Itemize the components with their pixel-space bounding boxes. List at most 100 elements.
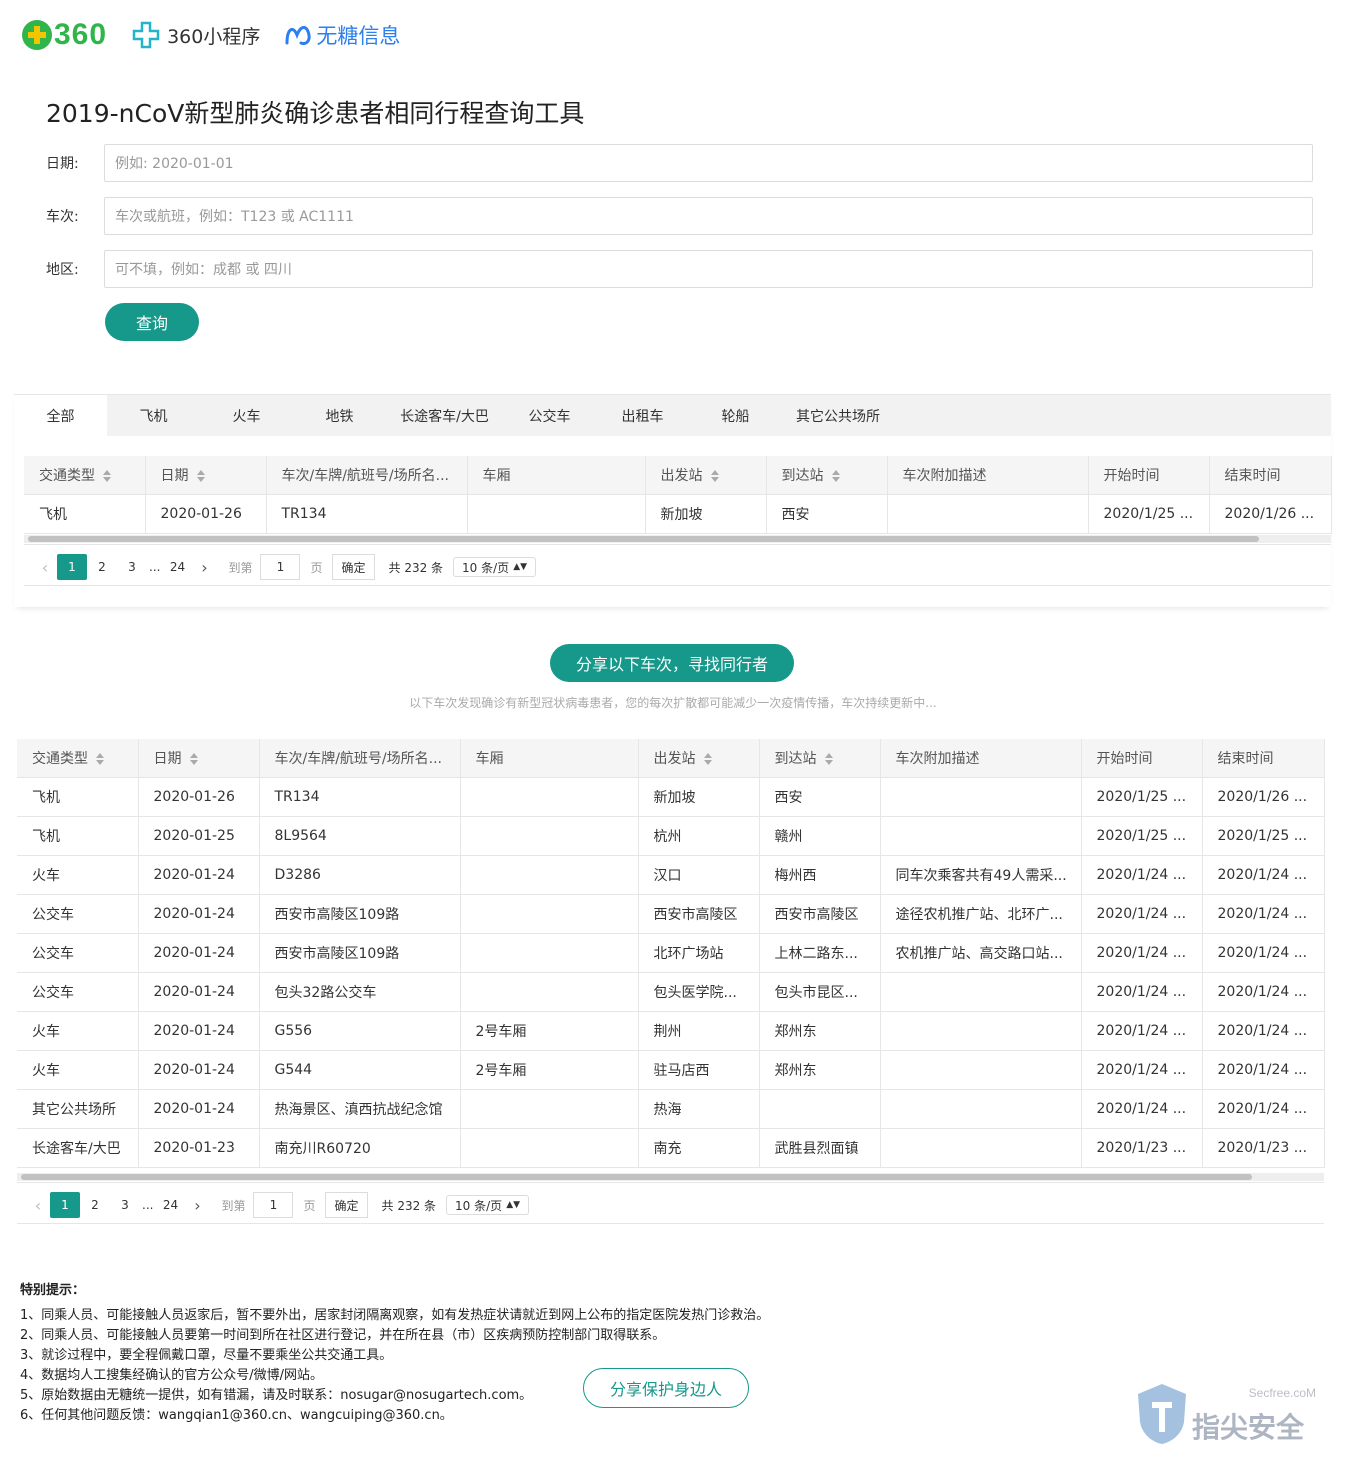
table-cell	[460, 777, 639, 817]
confirm-button[interactable]: 确定	[332, 554, 375, 580]
logo-360-miniprogram[interactable]: 360小程序	[131, 20, 260, 50]
col-date[interactable]: 日期	[145, 456, 267, 495]
page-2[interactable]: 2	[80, 1192, 110, 1218]
sort-icon[interactable]	[96, 752, 104, 765]
table-cell: G556	[259, 1011, 461, 1051]
page-size-select[interactable]: 10 条/页 ▲▼	[453, 557, 537, 577]
page-3[interactable]: 3	[117, 554, 147, 580]
search-table-scrollbar[interactable]	[24, 535, 1331, 543]
prev-page-icon[interactable]: ‹	[26, 1196, 50, 1215]
table-cell: 荆州	[638, 1011, 760, 1051]
table-cell: 2020/1/26 ...	[1202, 777, 1325, 817]
prev-page-icon[interactable]: ‹	[33, 558, 57, 577]
table-cell: 2020-01-24	[138, 894, 260, 934]
page-24[interactable]: 24	[155, 1192, 185, 1218]
table-cell: 2020/1/25 ...	[1202, 816, 1325, 856]
table-row[interactable]: 飞机 2020-01-25 8L9564 杭州 赣州 2020/1/25 ... 2020/…	[17, 816, 1325, 856]
col-carriage: 车厢	[460, 739, 639, 778]
share-protect-button[interactable]: 分享保护身边人	[583, 1368, 749, 1408]
table-cell: 西安市高陵区	[638, 894, 760, 934]
table-cell: 飞机	[17, 816, 139, 856]
table-cell: 2020/1/25 ...	[1081, 816, 1203, 856]
tab-taxi[interactable]: 出租车	[596, 395, 689, 436]
table-cell: 2020-01-26	[145, 494, 267, 534]
goto-input[interactable]: 1	[253, 1192, 294, 1218]
tab-ship[interactable]: 轮船	[689, 395, 782, 436]
sort-icon[interactable]	[710, 469, 719, 482]
col-from[interactable]: 出发站	[645, 456, 767, 495]
table-cell: 武胜县烈面镇	[759, 1128, 881, 1168]
scrollbar-thumb[interactable]	[28, 536, 1259, 542]
sort-icon[interactable]	[703, 752, 712, 765]
confirm-button[interactable]: 确定	[325, 1192, 368, 1218]
table-cell: 农机推广站、高交路口站...	[880, 933, 1082, 973]
table-row[interactable]: 公交车 2020-01-24 西安市高陵区109路 北环广场站 上林二路东... 农机推广…	[17, 933, 1325, 973]
table-cell: 新加坡	[645, 494, 767, 534]
next-page-icon[interactable]: ›	[192, 558, 216, 577]
col-to[interactable]: 到达站	[759, 739, 881, 778]
table-row[interactable]: 公交车 2020-01-24 包头32路公交车 包头医学院... 包头市昆区... 202…	[17, 972, 1325, 1012]
tab-public-place[interactable]: 其它公共场所	[782, 395, 894, 436]
table-cell	[460, 855, 639, 895]
page-1[interactable]: 1	[57, 554, 87, 580]
scrollbar-thumb[interactable]	[21, 1174, 1252, 1180]
list-table-scrollbar[interactable]	[17, 1173, 1324, 1181]
area-label: 地区:	[46, 262, 79, 278]
col-type[interactable]: 交通类型	[24, 456, 146, 495]
col-date[interactable]: 日期	[138, 739, 260, 778]
sort-icon[interactable]	[824, 752, 833, 765]
query-button[interactable]: 查询	[105, 303, 199, 341]
tab-train[interactable]: 火车	[200, 395, 293, 436]
tab-coach[interactable]: 长途客车/大巴	[386, 395, 503, 436]
sort-icon[interactable]	[831, 469, 840, 482]
page-ellipsis[interactable]: ...	[140, 1198, 155, 1212]
table-row[interactable]: 飞机 2020-01-26 TR134 新加坡 西安 2020/1/25 ... 2020/…	[17, 777, 1325, 817]
table-cell: 杭州	[638, 816, 760, 856]
table-cell: 2020-01-24	[138, 1011, 260, 1051]
total-count: 共 232 条	[381, 1198, 437, 1213]
table-cell: 包头市昆区...	[759, 972, 881, 1012]
col-to[interactable]: 到达站	[766, 456, 888, 495]
table-cell	[460, 894, 639, 934]
tab-bus[interactable]: 公交车	[503, 395, 596, 436]
table-row[interactable]: 长途客车/大巴 2020-01-23 南充川R60720 南充 武胜县烈面镇 2020/1…	[17, 1128, 1325, 1168]
share-button[interactable]: 分享以下车次，寻找同行者	[550, 644, 794, 682]
page-size-select[interactable]: 10 条/页 ▲▼	[446, 1195, 530, 1215]
table-cell: 火车	[17, 1011, 139, 1051]
tips-title: 特别提示：	[20, 1283, 86, 1298]
train-input[interactable]: 车次或航班，例如：T123 或 AC1111	[104, 197, 1313, 235]
goto-input[interactable]: 1	[260, 554, 301, 580]
next-page-icon[interactable]: ›	[185, 1196, 209, 1215]
page-2[interactable]: 2	[87, 554, 117, 580]
page-ellipsis[interactable]: ...	[147, 560, 162, 574]
col-from[interactable]: 出发站	[638, 739, 760, 778]
table-cell: 2020/1/24 ...	[1202, 972, 1325, 1012]
table-cell: TR134	[266, 494, 468, 534]
date-input[interactable]: 例如: 2020-01-01	[104, 144, 1313, 182]
sort-icon[interactable]	[189, 752, 198, 765]
table-row[interactable]: 火车 2020-01-24 G556 2号车厢 荆州 郑州东 2020/1/24 ... 20…	[17, 1011, 1325, 1051]
page-1[interactable]: 1	[50, 1192, 80, 1218]
sort-icon[interactable]	[103, 469, 111, 482]
page-3[interactable]: 3	[110, 1192, 140, 1218]
table-row[interactable]: 公交车 2020-01-24 西安市高陵区109路 西安市高陵区 西安市高陵区 途径农机推…	[17, 894, 1325, 934]
table-row[interactable]: 飞机 2020-01-26 TR134 新加坡 西安 2020/1/25 ... 2020/…	[24, 494, 1332, 534]
tab-all[interactable]: 全部	[14, 395, 107, 436]
table-cell: 长途客车/大巴	[17, 1128, 139, 1168]
area-input[interactable]: 可不填，例如：成都 或 四川	[104, 250, 1313, 288]
table-row[interactable]: 火车 2020-01-24 D3286 汉口 梅州西 同车次乘客共有49人需采... 202…	[17, 855, 1325, 895]
logo-360[interactable]: 360	[22, 18, 107, 52]
table-cell: 公交车	[17, 933, 139, 973]
table-cell	[460, 1128, 639, 1168]
col-type[interactable]: 交通类型	[17, 739, 139, 778]
table-row[interactable]: 火车 2020-01-24 G544 2号车厢 驻马店西 郑州东 2020/1/24 ...…	[17, 1050, 1325, 1090]
page-24[interactable]: 24	[162, 554, 192, 580]
logo-wutang[interactable]: 无糖信息	[284, 20, 400, 50]
train-row: 车次: 车次或航班，例如：T123 或 AC1111	[46, 197, 1313, 235]
table-cell: 2020/1/25 ...	[1081, 777, 1203, 817]
tab-plane[interactable]: 飞机	[107, 395, 200, 436]
table-row[interactable]: 其它公共场所 2020-01-24 热海景区、滇西抗战纪念馆 热海 2020/1/24 …	[17, 1089, 1325, 1129]
table-cell	[467, 494, 646, 534]
sort-icon[interactable]	[196, 469, 205, 482]
tab-subway[interactable]: 地铁	[293, 395, 386, 436]
